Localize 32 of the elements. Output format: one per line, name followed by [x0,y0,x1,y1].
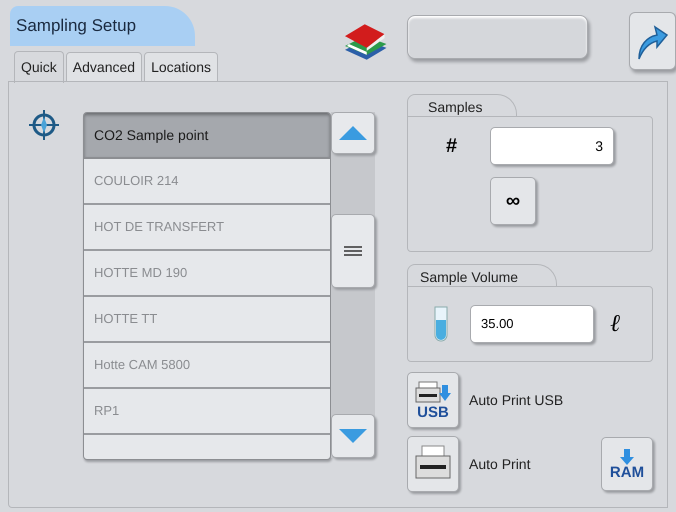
printer-icon [415,380,451,404]
scroll-thumb[interactable] [331,214,375,288]
test-tube-icon [434,306,448,342]
usb-icon-text: USB [417,404,449,420]
count-label: # [446,134,458,159]
scroll-up-button[interactable] [331,112,375,154]
auto-print-usb-button[interactable]: USB [407,372,459,428]
auto-print-button[interactable] [407,436,459,492]
down-arrow-icon [620,448,634,464]
down-arrow-icon [339,429,367,443]
scroll-down-button[interactable] [331,414,375,458]
list-item[interactable]: CO2 Sample point [84,113,330,159]
window-title: Sampling Setup [10,6,195,46]
tab[interactable]: Advanced [66,52,142,82]
blank-button[interactable] [406,15,588,59]
auto-print-usb-label: Auto Print USB [469,390,564,410]
grip-icon [344,246,362,256]
volume-field[interactable]: 35.00 [470,305,594,343]
ram-icon-text: RAM [610,464,644,480]
books-icon[interactable] [343,22,388,62]
infinite-button[interactable]: ∞ [490,177,536,225]
group-title: Samples [407,94,517,116]
ram-button[interactable]: RAM [601,437,653,491]
unit-label: ℓ [610,310,620,339]
count-field[interactable]: 3 [490,127,614,165]
auto-print-label: Auto Print [469,454,530,474]
next-button[interactable] [628,12,676,70]
group-title: Sample Volume [407,264,557,286]
tab[interactable]: Locations [144,52,218,82]
up-arrow-icon [339,126,367,140]
scroll-track[interactable] [331,112,375,458]
tab[interactable]: Quick [14,51,64,83]
